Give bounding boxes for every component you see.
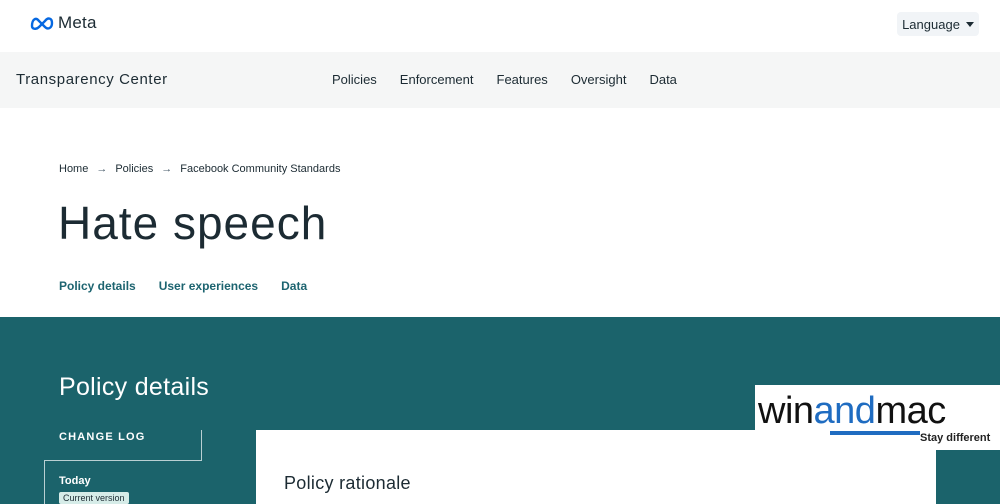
main-nav: Transparency Center Policies Enforcement…: [0, 52, 1000, 108]
nav-link-enforcement[interactable]: Enforcement: [400, 72, 474, 87]
language-dropdown[interactable]: Language: [897, 12, 979, 36]
language-label: Language: [902, 16, 960, 32]
watermark-brand: winandmac: [758, 389, 946, 433]
watermark-brand-suffix: mac: [875, 390, 946, 432]
policy-rationale-heading: Policy rationale: [284, 473, 411, 493]
current-version-badge: Current version: [59, 492, 129, 504]
arrow-right-icon: →: [96, 163, 108, 175]
breadcrumb-home[interactable]: Home: [59, 163, 88, 175]
breadcrumb-community-standards[interactable]: Facebook Community Standards: [180, 163, 340, 175]
watermark-logo: winandmac Stay different: [755, 385, 1000, 450]
change-log-list: Today Current version: [44, 461, 202, 504]
log-entry-today[interactable]: Today: [59, 475, 91, 487]
breadcrumb-policies[interactable]: Policies: [115, 163, 153, 175]
page-tabs: Policy details User experiences Data: [59, 279, 330, 293]
watermark-underline: [830, 431, 920, 435]
caret-down-icon: [965, 21, 974, 27]
breadcrumb: Home → Policies → Facebook Community Sta…: [59, 163, 340, 175]
tab-data[interactable]: Data: [281, 279, 307, 293]
meta-logo[interactable]: Meta: [30, 13, 97, 33]
section-title: Policy details: [59, 373, 210, 401]
watermark-tagline: Stay different: [920, 432, 991, 444]
nav-link-policies[interactable]: Policies: [332, 72, 377, 87]
watermark-brand-highlight: and: [813, 390, 876, 432]
watermark-brand-prefix: win: [758, 390, 814, 432]
page-title: Hate speech: [58, 197, 328, 249]
tab-policy-details[interactable]: Policy details: [59, 279, 136, 293]
arrow-right-icon: →: [161, 163, 173, 175]
tab-user-experiences[interactable]: User experiences: [159, 279, 258, 293]
nav-link-oversight[interactable]: Oversight: [571, 72, 627, 87]
nav-links: Policies Enforcement Features Oversight …: [332, 72, 700, 87]
brand-name: Meta: [58, 13, 97, 32]
nav-link-data[interactable]: Data: [649, 72, 676, 87]
change-log-header: CHANGE LOG: [44, 430, 202, 461]
nav-link-features[interactable]: Features: [497, 72, 548, 87]
site-title[interactable]: Transparency Center: [16, 71, 168, 88]
change-log-label[interactable]: CHANGE LOG: [59, 431, 146, 443]
top-bar: Meta Language: [0, 0, 1000, 52]
meta-infinity-icon: [30, 17, 54, 30]
